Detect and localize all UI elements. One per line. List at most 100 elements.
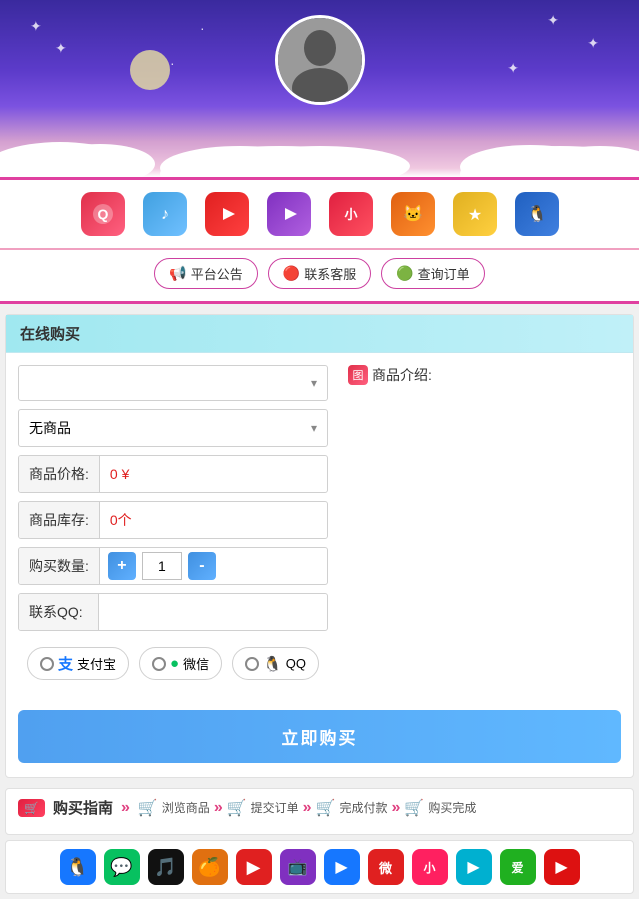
dropdown-arrow-1: ▾ bbox=[311, 376, 317, 390]
app-icon-cat[interactable]: 🐱 bbox=[391, 192, 435, 236]
step2-icon: 🛒 bbox=[227, 798, 247, 818]
announcement-icon: 📢 bbox=[169, 265, 186, 282]
bottom-app-cyan[interactable]: ▶ bbox=[456, 849, 492, 885]
arrow-3: » bbox=[392, 799, 401, 817]
intro-icon: 图 bbox=[348, 365, 368, 385]
star-deco-7: · bbox=[170, 55, 175, 71]
guide-section: 🛒 购买指南 » 🛒 浏览商品 » 🛒 提交订单 » 🛒 完成付款 » 🛒 购买… bbox=[5, 788, 634, 835]
app-icons-row: Q ♪ 小 🐱 ★ 🐧 bbox=[0, 180, 639, 250]
payment-qq[interactable]: 🐧 QQ bbox=[232, 647, 319, 680]
svg-text:Q: Q bbox=[97, 206, 108, 222]
bottom-app-blue2[interactable]: ▶ bbox=[324, 849, 360, 885]
qty-plus-button[interactable]: + bbox=[108, 552, 136, 580]
qq-row: 联系QQ: bbox=[18, 593, 328, 631]
customer-service-icon: 🔴 bbox=[283, 265, 300, 282]
order-query-button[interactable]: 🟢 查询订单 bbox=[381, 258, 484, 289]
wechat-icon: ● bbox=[170, 655, 179, 672]
qty-minus-button[interactable]: - bbox=[188, 552, 216, 580]
app-icon-video[interactable] bbox=[205, 192, 249, 236]
avatar bbox=[275, 15, 365, 105]
app-icon-tv[interactable] bbox=[267, 192, 311, 236]
section-title: 在线购买 bbox=[20, 326, 80, 343]
product-intro-header: 图 商品介绍: bbox=[348, 365, 621, 385]
guide-arrow-deco: » bbox=[121, 799, 130, 817]
step4-icon: 🛒 bbox=[404, 798, 424, 818]
section-header: 在线购买 bbox=[6, 315, 633, 353]
order-query-label: 查询订单 bbox=[418, 264, 470, 283]
step3-label: 完成付款 bbox=[339, 799, 387, 816]
step2-label: 提交订单 bbox=[251, 799, 299, 816]
bottom-app-xhs[interactable]: 小 bbox=[412, 849, 448, 885]
category-dropdown[interactable]: ▾ bbox=[18, 365, 328, 401]
buy-button-row: 立即购买 bbox=[6, 700, 633, 777]
bottom-app-iqiyi[interactable]: 爱 bbox=[500, 849, 536, 885]
guide-step-3: 🛒 完成付款 bbox=[316, 798, 388, 818]
qty-label: 购买数量: bbox=[19, 548, 100, 584]
stock-value: 0个 bbox=[100, 502, 327, 538]
arrow-1: » bbox=[214, 799, 223, 817]
qty-input[interactable] bbox=[142, 552, 182, 580]
qq-label: 联系QQ: bbox=[19, 594, 99, 630]
bottom-app-weibo[interactable]: 微 bbox=[368, 849, 404, 885]
arrow-2: » bbox=[303, 799, 312, 817]
bottom-app-red[interactable]: ▶ bbox=[236, 849, 272, 885]
order-query-icon: 🟢 bbox=[396, 265, 413, 282]
wechat-radio bbox=[152, 657, 166, 671]
buy-button[interactable]: 立即购买 bbox=[18, 710, 621, 763]
payment-row: 支 支付宝 ● 微信 🐧 QQ bbox=[18, 639, 328, 688]
star-deco-1: ✦ bbox=[30, 18, 42, 35]
clouds-layer bbox=[0, 122, 639, 177]
guide-title-icon: 🛒 bbox=[18, 799, 45, 817]
header-banner: ✦ ✦ ✦ ✦ ✦ · · bbox=[0, 0, 639, 180]
wechat-label: 微信 bbox=[183, 654, 209, 673]
svg-text:♪: ♪ bbox=[161, 206, 169, 223]
avatar-image bbox=[278, 18, 362, 102]
svg-text:🐱: 🐱 bbox=[403, 205, 423, 223]
star-deco-3: ✦ bbox=[547, 12, 559, 29]
bottom-apps: 🐧 💬 🎵 🍊 ▶ 📺 ▶ 微 小 ▶ 爱 ▶ bbox=[5, 840, 634, 894]
guide-title: 购买指南 bbox=[53, 797, 113, 818]
bottom-app-tiktok[interactable]: 🎵 bbox=[148, 849, 184, 885]
step4-label: 购买完成 bbox=[428, 799, 476, 816]
app-icon-listen[interactable]: ♪ bbox=[143, 192, 187, 236]
product-dropdown-value: 无商品 bbox=[29, 418, 71, 438]
price-row: 商品价格: 0 ¥ bbox=[18, 455, 328, 493]
star-deco-5: ✦ bbox=[507, 60, 519, 77]
qq-radio bbox=[245, 657, 259, 671]
app-icon-qzone[interactable]: Q bbox=[81, 192, 125, 236]
step1-icon: 🛒 bbox=[138, 798, 158, 818]
announcement-label: 平台公告 bbox=[191, 264, 243, 283]
qq-input[interactable] bbox=[99, 596, 327, 628]
bottom-app-wechat[interactable]: 💬 bbox=[104, 849, 140, 885]
product-dropdown[interactable]: 无商品 ▾ bbox=[18, 409, 328, 447]
qty-controls: + - bbox=[100, 548, 224, 584]
quantity-row: 购买数量: + - bbox=[18, 547, 328, 585]
bottom-app-orange[interactable]: 🍊 bbox=[192, 849, 228, 885]
announcement-button[interactable]: 📢 平台公告 bbox=[154, 258, 257, 289]
moon-decoration bbox=[130, 50, 170, 90]
step3-icon: 🛒 bbox=[316, 798, 336, 818]
payment-wechat[interactable]: ● 微信 bbox=[139, 647, 222, 680]
svg-text:小: 小 bbox=[344, 207, 357, 222]
guide-header: 🛒 购买指南 » 🛒 浏览商品 » 🛒 提交订单 » 🛒 完成付款 » 🛒 购买… bbox=[18, 797, 621, 818]
main-content: 在线购买 ▾ 无商品 ▾ 商品价格: 0 ¥ 商品库存: 0个 bbox=[5, 314, 634, 778]
payment-alipay[interactable]: 支 支付宝 bbox=[27, 647, 129, 680]
star-deco-4: ✦ bbox=[587, 35, 599, 52]
app-icon-xiaohongshu[interactable]: 小 bbox=[329, 192, 373, 236]
bottom-app-qq[interactable]: 🐧 bbox=[60, 849, 96, 885]
action-buttons: 📢 平台公告 🔴 联系客服 🟢 查询订单 bbox=[0, 250, 639, 304]
step1-label: 浏览商品 bbox=[162, 799, 210, 816]
app-icon-qq[interactable]: 🐧 bbox=[515, 192, 559, 236]
bottom-app-purple[interactable]: 📺 bbox=[280, 849, 316, 885]
customer-service-label: 联系客服 bbox=[304, 264, 356, 283]
bottom-app-red2[interactable]: ▶ bbox=[544, 849, 580, 885]
alipay-label: 支付宝 bbox=[77, 654, 116, 673]
customer-service-button[interactable]: 🔴 联系客服 bbox=[268, 258, 371, 289]
purchase-area: ▾ 无商品 ▾ 商品价格: 0 ¥ 商品库存: 0个 购买数量: + bbox=[6, 353, 633, 700]
app-icon-star[interactable]: ★ bbox=[453, 192, 497, 236]
stock-label: 商品库存: bbox=[19, 502, 100, 538]
svg-text:★: ★ bbox=[467, 207, 481, 224]
guide-step-2: 🛒 提交订单 bbox=[227, 798, 299, 818]
qq-pay-label: QQ bbox=[286, 656, 306, 671]
stock-row: 商品库存: 0个 bbox=[18, 501, 328, 539]
